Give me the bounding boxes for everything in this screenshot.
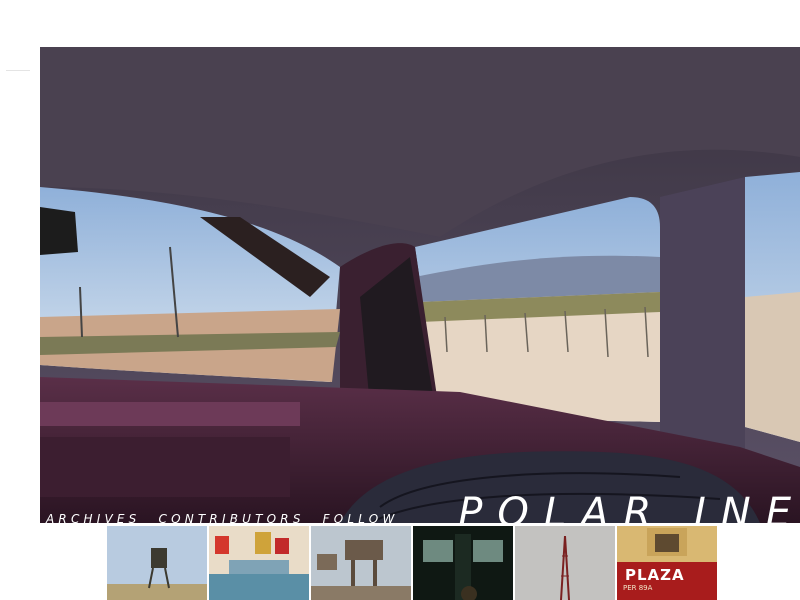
doorway-photo-icon [413, 526, 513, 600]
nav-archives[interactable]: ARCHIVES [46, 512, 141, 523]
thumbnail-sign-text: PLAZA [625, 566, 685, 584]
shop-interior-photo-icon [209, 526, 309, 600]
thumbnail-6[interactable]: PLAZA PER 89A [617, 526, 717, 600]
car-window-photo-icon [40, 47, 800, 523]
thumbnail-sign-subtext: PER 89A [623, 584, 653, 592]
nav-contributors[interactable]: CONTRIBUTORS [159, 512, 305, 523]
thumbnail-4[interactable] [413, 526, 513, 600]
rusted-tower-photo-icon [311, 526, 411, 600]
site-brand[interactable]: POLAR INE [458, 493, 800, 523]
thumbnail-strip: PLAZA PER 89A [107, 526, 717, 600]
thumbnail-2[interactable] [209, 526, 309, 600]
hero-photo[interactable]: ARCHIVES CONTRIBUTORS FOLLOW POLAR INE [40, 47, 800, 523]
nav-follow[interactable]: FOLLOW [323, 512, 399, 523]
radio-mast-photo-icon [515, 526, 615, 600]
main-nav: ARCHIVES CONTRIBUTORS FOLLOW [46, 512, 399, 523]
thumbnail-1[interactable] [107, 526, 207, 600]
thumbnail-3[interactable] [311, 526, 411, 600]
watchtower-photo-icon [107, 526, 207, 600]
side-divider [6, 70, 30, 71]
thumbnail-5[interactable] [515, 526, 615, 600]
